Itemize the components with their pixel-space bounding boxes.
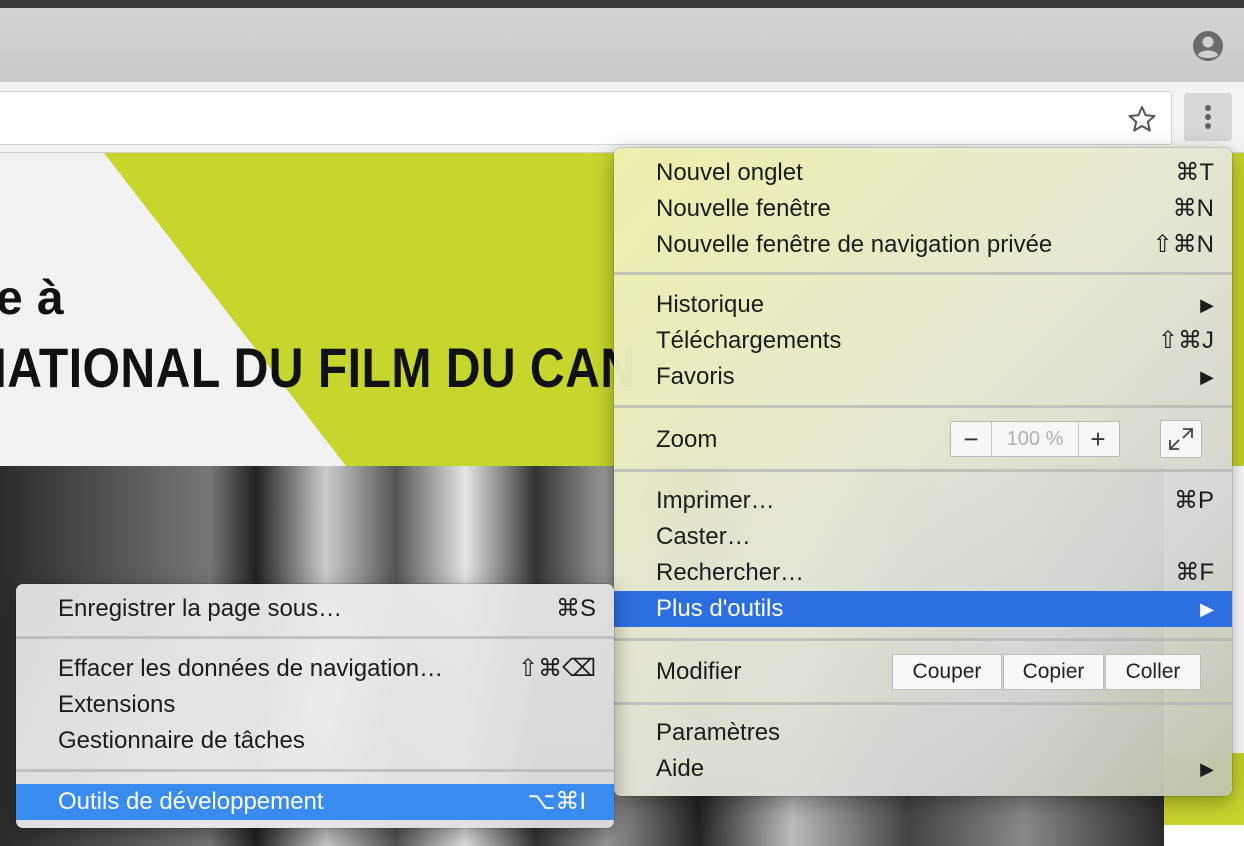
menu-separator — [614, 469, 1232, 472]
menu-separator — [614, 702, 1232, 705]
menu-item-find[interactable]: Rechercher… ⌘F — [614, 555, 1232, 591]
menu-item-cast[interactable]: Caster… — [614, 519, 1232, 555]
menu-item-label: Outils de développement — [58, 788, 324, 815]
menu-item-task-manager[interactable]: Gestionnaire de tâches — [16, 723, 614, 759]
menu-item-label: Caster… — [656, 523, 751, 550]
hero-heading-line2: NATIONAL DU FILM DU CAN — [0, 336, 636, 399]
menu-item-new-window[interactable]: Nouvelle fenêtre ⌘N — [614, 191, 1232, 227]
menu-separator — [614, 638, 1232, 641]
menu-item-shortcut: ⌘P — [1173, 487, 1214, 514]
fullscreen-icon — [1169, 428, 1193, 450]
menu-item-label: Historique — [656, 291, 765, 318]
menu-item-label: Téléchargements — [656, 327, 842, 354]
menu-item-downloads[interactable]: Téléchargements ⇧⌘J — [614, 323, 1232, 359]
menu-item-developer-tools[interactable]: Outils de développement ⌥⌘I — [16, 784, 614, 820]
menu-separator — [16, 636, 614, 639]
menu-item-save-page[interactable]: Enregistrer la page sous… ⌘S — [16, 591, 614, 627]
menu-item-extensions[interactable]: Extensions — [16, 687, 614, 723]
menu-item-help[interactable]: Aide ▶ — [614, 751, 1232, 787]
menu-item-label: Plus d'outils — [656, 595, 784, 622]
more-tools-submenu: Enregistrer la page sous… ⌘S Effacer les… — [16, 584, 614, 828]
menu-item-label: Extensions — [58, 691, 176, 718]
menu-item-shortcut: ⌘T — [1175, 159, 1214, 186]
address-bar[interactable] — [0, 91, 1172, 145]
menu-item-label: Paramètres — [656, 719, 781, 746]
menu-separator — [16, 769, 614, 772]
zoom-in-button[interactable]: + — [1078, 422, 1118, 456]
menu-item-label: Favoris — [656, 363, 735, 390]
submenu-arrow-icon: ▶ — [1200, 599, 1214, 619]
submenu-arrow-icon: ▶ — [1200, 295, 1214, 315]
star-icon[interactable] — [1127, 104, 1157, 134]
menu-item-new-private-window[interactable]: Nouvelle fenêtre de navigation privée ⇧⌘… — [614, 227, 1232, 263]
more-vert-icon[interactable] — [1184, 93, 1232, 141]
menu-item-settings[interactable]: Paramètres — [614, 715, 1232, 751]
window-top-edge — [0, 0, 1244, 8]
menu-item-shortcut: ⌥⌘I — [527, 788, 586, 815]
menu-item-clear-browsing-data[interactable]: Effacer les données de navigation… ⇧⌘⌫ — [16, 651, 614, 687]
menu-item-shortcut: ⌘S — [555, 595, 596, 622]
zoom-control: − 100 % + — [950, 421, 1120, 457]
cut-button[interactable]: Couper — [892, 654, 1002, 690]
fullscreen-button[interactable] — [1160, 420, 1202, 458]
menu-item-print[interactable]: Imprimer… ⌘P — [614, 483, 1232, 519]
menu-item-label: Effacer les données de navigation… — [58, 655, 444, 682]
zoom-out-button[interactable]: − — [951, 422, 991, 456]
menu-item-label: Nouvelle fenêtre — [656, 195, 831, 222]
menu-item-shortcut: ⇧⌘J — [1157, 327, 1214, 354]
browser-toolbar — [0, 82, 1244, 153]
menu-item-label: Aide — [656, 755, 705, 782]
menu-separator — [614, 405, 1232, 408]
menu-item-label: Imprimer… — [656, 487, 775, 514]
menu-item-zoom: Zoom — [614, 422, 1232, 458]
menu-item-shortcut: ⇧⌘N — [1152, 231, 1214, 258]
menu-item-label: Nouvel onglet — [656, 159, 803, 186]
menu-item-label: Rechercher… — [656, 559, 805, 586]
profile-icon[interactable] — [1192, 30, 1224, 62]
menu-separator — [614, 272, 1232, 275]
menu-item-label: Enregistrer la page sous… — [58, 595, 343, 622]
menu-item-label: Modifier — [656, 658, 742, 685]
copy-button[interactable]: Copier — [1003, 654, 1104, 690]
hero-heading-line1: e à — [0, 272, 65, 325]
zoom-level: 100 % — [991, 422, 1079, 456]
menu-item-label: Zoom — [656, 426, 718, 453]
menu-item-label: Gestionnaire de tâches — [58, 727, 305, 754]
menu-item-shortcut: ⌘N — [1172, 195, 1214, 222]
submenu-arrow-icon: ▶ — [1200, 759, 1214, 779]
menu-item-shortcut: ⌘F — [1175, 559, 1214, 586]
menu-item-more-tools[interactable]: Plus d'outils ▶ — [614, 591, 1232, 627]
menu-item-history[interactable]: Historique ▶ — [614, 287, 1232, 323]
menu-item-shortcut: ⇧⌘⌫ — [517, 655, 596, 682]
chrome-main-menu: Nouvel onglet ⌘T Nouvelle fenêtre ⌘N Nou… — [614, 148, 1232, 796]
tab-strip — [0, 8, 1244, 83]
menu-item-new-tab[interactable]: Nouvel onglet ⌘T — [614, 155, 1232, 191]
menu-item-bookmarks[interactable]: Favoris ▶ — [614, 359, 1232, 395]
paste-button[interactable]: Coller — [1105, 654, 1201, 690]
submenu-arrow-icon: ▶ — [1200, 367, 1214, 387]
menu-item-label: Nouvelle fenêtre de navigation privée — [656, 231, 1053, 258]
